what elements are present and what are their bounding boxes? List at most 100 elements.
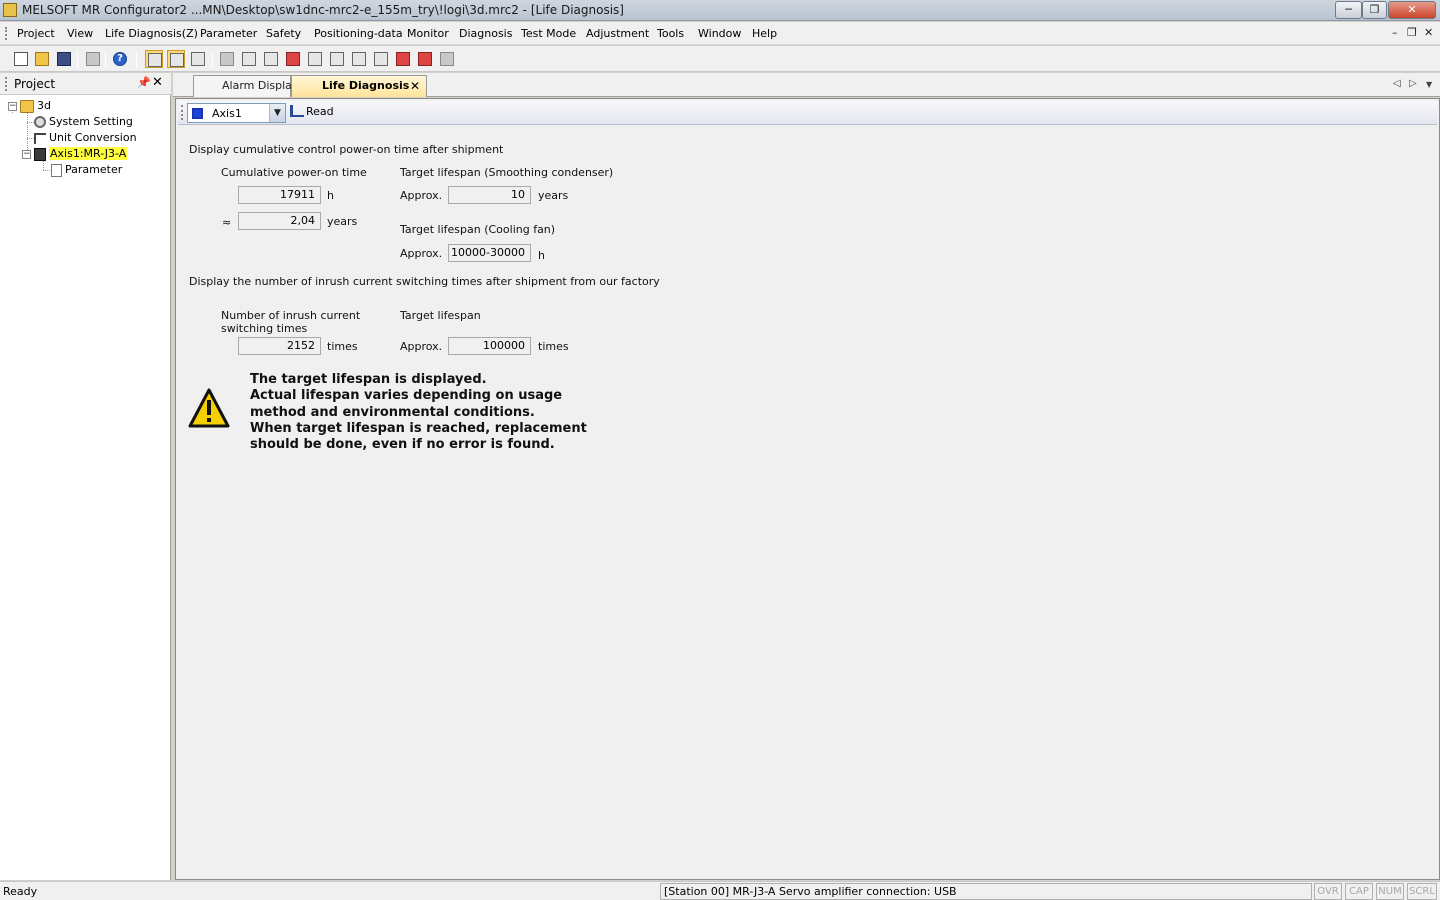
menu-safety[interactable]: Safety	[266, 27, 301, 40]
menu-window[interactable]: Window	[698, 27, 741, 40]
mdi-minimize-button[interactable]: –	[1392, 26, 1398, 39]
servo-icon[interactable]	[284, 50, 302, 68]
power-on-years-field: 2,04	[238, 212, 321, 230]
save-icon[interactable]	[55, 50, 73, 68]
close-button[interactable]: ✕	[1388, 1, 1436, 19]
tab-alarm-display[interactable]: Alarm Display	[193, 75, 298, 97]
folder-icon	[20, 99, 34, 113]
project-panel-header: Project 📌 ✕	[0, 73, 171, 95]
project-panel: Project 📌 ✕ − 3d System Setting Unit Conv…	[0, 73, 171, 880]
fan-unit-label: h	[538, 249, 545, 262]
cooling-fan-lifespan-field: 10000-30000	[448, 244, 531, 262]
smoothing-lifespan-field: 10	[448, 186, 531, 204]
menu-help[interactable]: Help	[752, 27, 777, 40]
tree-connector	[27, 122, 34, 123]
smoothing-approx-label: Approx.	[400, 189, 443, 202]
menu-tools[interactable]: Tools	[657, 27, 684, 40]
open-folder-icon[interactable]	[33, 50, 51, 68]
station-icon[interactable]	[145, 50, 163, 68]
years-unit-label: years	[327, 215, 358, 228]
print-icon[interactable]	[84, 50, 102, 68]
axis-select[interactable]: Axis1 ▼	[187, 103, 286, 123]
menu-project[interactable]: Project	[17, 27, 55, 40]
warning-line: method and environmental conditions.	[250, 404, 535, 420]
repair-icon[interactable]	[416, 50, 434, 68]
menu-life-diagnosis[interactable]: Life Diagnosis(Z)	[105, 27, 198, 40]
help-icon[interactable]: ?	[111, 50, 129, 68]
cooling-fan-label: Target lifespan (Cooling fan)	[400, 223, 556, 236]
menu-test-mode[interactable]: Test Mode	[521, 27, 576, 40]
tree-node-parameter[interactable]: Parameter	[51, 162, 122, 178]
connection-status: [Station 00] MR-J3-A Servo amplifier con…	[660, 883, 1312, 900]
toolbar-separator	[136, 51, 137, 68]
menu-monitor[interactable]: Monitor	[407, 27, 449, 40]
tree-connector	[27, 138, 34, 139]
chevron-down-icon[interactable]: ▼	[269, 104, 285, 122]
collapse-icon[interactable]: −	[8, 101, 17, 111]
tree-node-root[interactable]: − 3d	[8, 98, 51, 114]
tab-menu-icon[interactable]: ▼	[1426, 80, 1432, 89]
tab-close-icon[interactable]: ✕	[410, 76, 420, 96]
life-diagnosis-toolbar: Axis1 ▼ Read	[178, 101, 1437, 125]
menu-diagnosis[interactable]: Diagnosis	[459, 27, 512, 40]
tree-connector	[43, 170, 50, 171]
io-icon[interactable]	[262, 50, 280, 68]
tab-life-diagnosis[interactable]: Life Diagnosis ✕	[291, 75, 427, 97]
monitor-icon[interactable]	[240, 50, 258, 68]
inrush-target-unit-label: times	[538, 340, 569, 353]
cumulative-power-on-label: Cumulative power-on time	[221, 166, 367, 179]
tab-label-life-diagnosis: Life Diagnosis	[322, 79, 410, 92]
project-panel-title: Project	[14, 77, 56, 91]
link-icon[interactable]	[189, 50, 207, 68]
hand-icon[interactable]	[372, 50, 390, 68]
num-indicator: NUM	[1376, 883, 1404, 900]
minimize-button[interactable]: ─	[1335, 1, 1362, 19]
gauge-icon[interactable]	[394, 50, 412, 68]
restore-button[interactable]: ❐	[1362, 1, 1387, 19]
mdi-close-button[interactable]: ✕	[1424, 26, 1433, 39]
main-toolbar: ?	[0, 46, 1440, 72]
axis-select-value: Axis1	[212, 107, 242, 120]
panel-grip	[5, 77, 7, 91]
tree-node-system-setting[interactable]: System Setting	[34, 114, 133, 130]
panel-close-icon[interactable]: ✕	[152, 75, 163, 90]
title-bar: MELSOFT MR Configurator2 ...MN\Desktop\s…	[0, 0, 1440, 21]
menu-positioning-data[interactable]: Positioning-data	[314, 27, 403, 40]
life-diagnosis-content: Display cumulative control power-on time…	[176, 126, 1439, 879]
mdi-restore-button[interactable]: ❐	[1407, 26, 1417, 39]
menu-adjustment[interactable]: Adjustment	[586, 27, 649, 40]
pin-icon[interactable]: 📌	[137, 76, 151, 89]
collapse-icon[interactable]: −	[22, 149, 31, 159]
tree-label-axis1: Axis1:MR-J3-A	[49, 147, 128, 160]
tree-node-axis1[interactable]: − Axis1:MR-J3-A	[22, 146, 128, 162]
status-ready: Ready	[3, 885, 38, 898]
toolbar-separator	[77, 51, 78, 68]
new-file-icon[interactable]	[12, 50, 30, 68]
find-icon[interactable]	[167, 50, 185, 68]
cloud-icon[interactable]	[438, 50, 456, 68]
gear-icon	[34, 116, 46, 128]
fan-approx-label: Approx.	[400, 247, 443, 260]
tab-prev-icon[interactable]: ◁	[1393, 78, 1401, 89]
warning-line: When target lifespan is reached, replace…	[250, 420, 587, 436]
read-button[interactable]: Read	[290, 105, 334, 118]
scope-icon[interactable]	[350, 50, 368, 68]
hours-unit-label: h	[327, 189, 334, 202]
tree-node-unit-conversion[interactable]: Unit Conversion	[34, 130, 137, 146]
document-tab-bar: Alarm Display Life Diagnosis ✕ ◁ ▷ ▼	[173, 73, 1440, 97]
unit-conversion-icon	[34, 132, 46, 144]
menu-parameter[interactable]: Parameter	[200, 27, 257, 40]
app-icon	[3, 3, 17, 17]
read-button-label: Read	[306, 105, 334, 118]
tab-next-icon[interactable]: ▷	[1409, 78, 1417, 89]
menu-view[interactable]: View	[67, 27, 93, 40]
menu-bar: Project View Life Diagnosis(Z) Parameter…	[0, 22, 1440, 45]
cap-indicator: CAP	[1345, 883, 1373, 900]
refresh-icon[interactable]	[218, 50, 236, 68]
status-bar: Ready [Station 00] MR-J3-A Servo amplifi…	[0, 881, 1440, 900]
data-icon[interactable]	[328, 50, 346, 68]
inrush-count-label-line2: switching times	[221, 322, 308, 335]
graph-icon[interactable]	[306, 50, 324, 68]
warning-line: Actual lifespan varies depending on usag…	[250, 388, 563, 404]
ovr-indicator: OVR	[1314, 883, 1342, 900]
